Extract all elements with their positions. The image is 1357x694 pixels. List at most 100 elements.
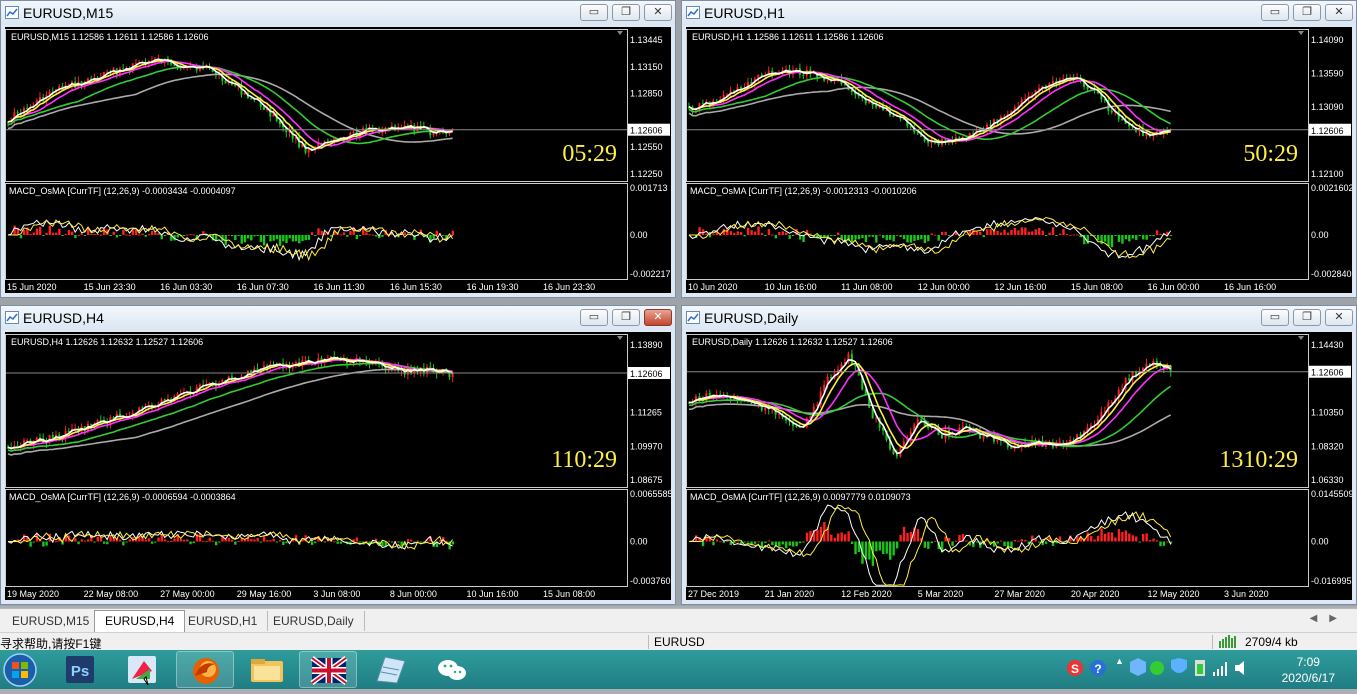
svg-text:▲: ▲	[1115, 656, 1124, 666]
time-axis-label: 11 Jun 08:00	[841, 282, 892, 292]
window-title: EURUSD,H4	[23, 310, 104, 326]
restore-button[interactable]: ❐	[1293, 309, 1321, 326]
window-titlebar[interactable]: EURUSD,M15 ▭ ❐ ✕	[1, 1, 675, 25]
time-axis-label: 3 Jun 08:00	[313, 589, 360, 599]
firefox-icon[interactable]	[176, 651, 234, 688]
chart-info-line: EURUSD,M15 1.12586 1.12611 1.12586 1.126…	[11, 32, 208, 42]
photoshop-icon[interactable]: Ps	[52, 651, 110, 688]
time-axis-label: 19 May 2020	[7, 589, 59, 599]
macd-line	[8, 219, 454, 262]
window-titlebar[interactable]: EURUSD,Daily ▭ ❐ ✕	[682, 306, 1356, 330]
minimize-button[interactable]: ▭	[580, 309, 608, 326]
taskbar-clock[interactable]: 7:09 2020/6/17	[1282, 654, 1335, 686]
clock-date: 2020/6/17	[1281, 671, 1335, 685]
chart-window-icon	[5, 311, 19, 324]
tab-scroll-arrows[interactable]: ◀▶	[1310, 613, 1349, 624]
window-title: EURUSD,H1	[704, 5, 785, 21]
time-axis-label: 21 Jan 2020	[765, 589, 815, 599]
candle-countdown: 05:29	[562, 141, 617, 167]
notepad-icon[interactable]	[361, 651, 419, 688]
time-axis-label: 16 Jun 03:30	[160, 282, 212, 292]
taskbar: Ps S ? ▲ 7:09 2020/6/17	[0, 650, 1357, 689]
shift-marker-icon[interactable]	[617, 31, 623, 35]
price-chart-svg[interactable]: 1.14430 1.12606 1.10350 1.08320 1.06330 EURUS…	[686, 332, 1352, 600]
status-bar: 寻求帮助,请按F1键 EURUSD 2709/4 kb	[0, 632, 1357, 651]
macd-histogram	[694, 226, 1173, 248]
time-axis-label: 12 May 2020	[1147, 589, 1199, 599]
svg-text:S: S	[1071, 662, 1079, 676]
current-price-label: 1.12606	[1311, 368, 1344, 378]
window-titlebar[interactable]: EURUSD,H1 ▭ ❐ ✕	[682, 1, 1356, 25]
macd-scale-label: 0.00	[1311, 230, 1329, 240]
price-scale-label: 1.12550	[630, 142, 663, 152]
minimize-button[interactable]: ▭	[1261, 309, 1289, 326]
chart-window-m15[interactable]: EURUSD,M15 ▭ ❐ ✕ 1.13445 1.13150 1.12850 1.1260…	[0, 0, 676, 298]
close-button[interactable]: ✕	[1325, 309, 1353, 326]
chart-window-h1[interactable]: EURUSD,H1 ▭ ❐ ✕ 1.14090 1.13590 1.13090 1.12606…	[681, 0, 1357, 298]
macd-line	[7, 219, 453, 262]
file-explorer-icon[interactable]	[238, 651, 296, 688]
restore-button[interactable]: ❐	[612, 4, 640, 21]
macd-indicator-label: MACD_OsMA [CurrTF] (12,26,9) -0.0003434 …	[9, 186, 236, 196]
macd-scale-label: 0.001713	[630, 183, 668, 193]
chart-canvas[interactable]: 1.13445 1.13150 1.12850 1.12606 1.12550 1.122…	[5, 27, 671, 293]
window-title: EURUSD,M15	[23, 5, 114, 21]
moving-average-line	[688, 86, 1171, 135]
time-axis-label: 3 Jun 2020	[1224, 589, 1269, 599]
paint-icon[interactable]	[114, 651, 172, 688]
current-price-label: 1.12606	[630, 369, 663, 379]
macd-scale-label: -0.002840	[1311, 269, 1352, 279]
window-title: EURUSD,Daily	[704, 310, 799, 326]
chart-info-line: EURUSD,H1 1.12586 1.12611 1.12586 1.1260…	[692, 32, 883, 42]
time-axis-label: 27 May 00:00	[160, 589, 215, 599]
close-button[interactable]: ✕	[644, 309, 672, 326]
start-orb[interactable]	[0, 651, 40, 688]
price-scale-label: 1.12250	[630, 169, 663, 179]
restore-button[interactable]: ❐	[612, 309, 640, 326]
price-chart-svg[interactable]: 1.14090 1.13590 1.13090 1.12606 1.12100 EURUS…	[686, 27, 1352, 293]
tab-eurusd-h1[interactable]: EURUSD,H1	[178, 611, 269, 631]
uk-flag-icon[interactable]	[299, 651, 357, 688]
tab-eurusd-daily[interactable]: EURUSD,Daily	[263, 611, 365, 631]
chart-canvas[interactable]: 1.14090 1.13590 1.13090 1.12606 1.12100 EURUS…	[686, 27, 1352, 293]
shift-marker-icon[interactable]	[617, 336, 623, 340]
time-axis-label: 8 Jun 00:00	[390, 589, 437, 599]
chart-canvas[interactable]: 1.13890 1.12606 1.11265 1.09970 1.08675 EURUS…	[5, 332, 671, 600]
time-axis-label: 15 Jun 2020	[7, 282, 57, 292]
status-symbol: EURUSD	[654, 635, 705, 649]
tab-eurusd-h4[interactable]: EURUSD,H4	[94, 610, 186, 632]
chart-window-h4[interactable]: EURUSD,H4 ▭ ❐ ✕ 1.13890 1.12606 1.11265 1.09970…	[0, 305, 676, 605]
macd-scale-label: 0.00	[630, 230, 648, 240]
price-scale-label: 1.10350	[1311, 408, 1344, 418]
macd-scale-label: 0.0065585	[630, 489, 671, 499]
macd-scale-label: 0.0021602	[1311, 183, 1352, 193]
window-titlebar[interactable]: EURUSD,H4 ▭ ❐ ✕	[1, 306, 675, 330]
price-scale-label: 1.12100	[1311, 169, 1344, 179]
time-axis-label: 16 Jun 19:30	[466, 282, 518, 292]
time-axis-label: 16 Jun 15:30	[390, 282, 442, 292]
macd-scale-label: 0.00	[630, 537, 648, 547]
price-scale-label: 1.08320	[1311, 441, 1344, 451]
price-scale-label: 1.14090	[1311, 35, 1344, 45]
price-scale-label: 1.13890	[630, 340, 663, 350]
svg-text:?: ?	[1094, 662, 1101, 676]
tab-eurusd-m15[interactable]: EURUSD,M15	[2, 611, 101, 631]
shift-marker-icon[interactable]	[1298, 31, 1304, 35]
shift-marker-icon[interactable]	[1298, 336, 1304, 340]
chart-window-daily[interactable]: EURUSD,Daily ▭ ❐ ✕ 1.14430 1.12606 1.10350 1.08…	[681, 305, 1357, 605]
price-chart-svg[interactable]: 1.13890 1.12606 1.11265 1.09970 1.08675 EURUS…	[5, 332, 671, 600]
chart-canvas[interactable]: 1.14430 1.12606 1.10350 1.08320 1.06330 EURUS…	[686, 332, 1352, 600]
time-axis-label: 27 Dec 2019	[688, 589, 739, 599]
close-button[interactable]: ✕	[644, 4, 672, 21]
price-chart-svg[interactable]: 1.13445 1.13150 1.12850 1.12606 1.12550 1.122…	[5, 27, 671, 293]
time-axis-label: 16 Jun 16:00	[1224, 282, 1276, 292]
time-axis-label: 12 Feb 2020	[841, 589, 892, 599]
wechat-icon[interactable]	[423, 651, 481, 688]
price-scale-label: 1.13150	[630, 62, 663, 72]
minimize-button[interactable]: ▭	[1261, 4, 1289, 21]
minimize-button[interactable]: ▭	[580, 4, 608, 21]
close-button[interactable]: ✕	[1325, 4, 1353, 21]
chart-window-icon	[686, 6, 700, 19]
restore-button[interactable]: ❐	[1293, 4, 1321, 21]
time-axis-label: 10 Jun 16:00	[765, 282, 817, 292]
